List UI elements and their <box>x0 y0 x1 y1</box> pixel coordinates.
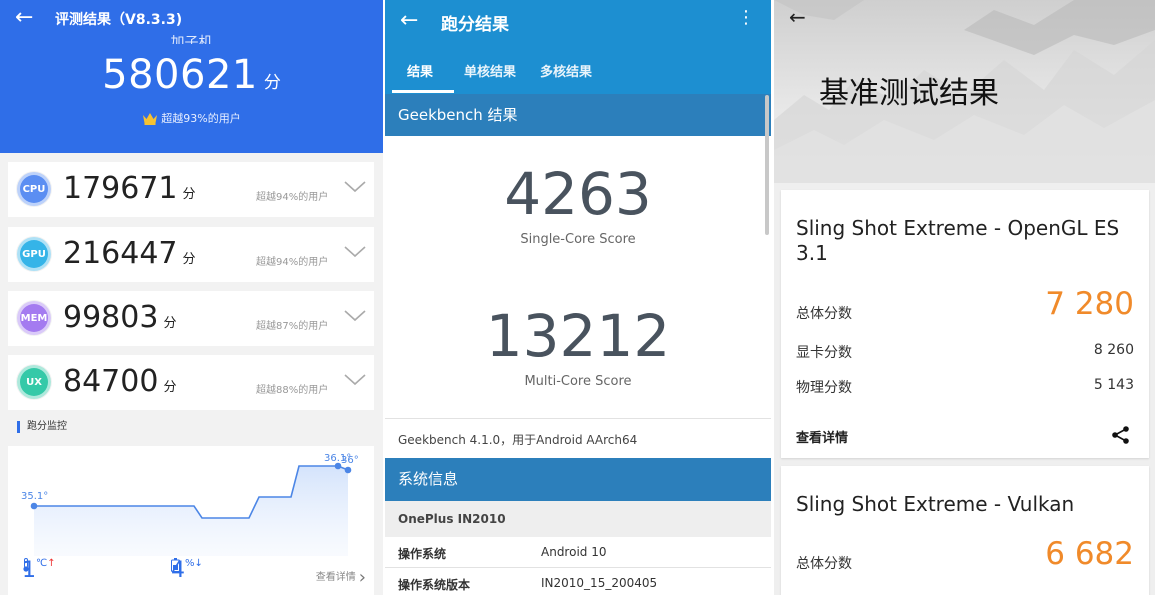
geekbench-panel: ← 跑分结果 ⋮ 结果 单核结果 多核结果 Geekbench 结果 4263 … <box>385 0 771 595</box>
total-score-label: 总体分数 <box>796 556 852 572</box>
page-title: 跑分结果 <box>441 15 509 35</box>
back-arrow-icon[interactable]: ← <box>400 8 418 33</box>
ux-percentile: 超越88%的用户 <box>256 385 329 396</box>
battery-icon <box>171 558 180 572</box>
ux-score-card[interactable]: UX 84700 分 超越88%的用户 <box>8 355 374 410</box>
monitor-section-label: 跑分监控 <box>17 421 67 433</box>
total-score: 580621 分 <box>0 52 383 98</box>
monitor-card: 35.1° 36.1° 36° 1℃↑ 4%↓ 查看详情 › <box>8 446 374 595</box>
temperature-area <box>34 466 348 556</box>
result-card-vulkan[interactable]: Sling Shot Extreme - Vulkan 总体分数 6 682 <box>781 466 1149 595</box>
chevron-down-icon[interactable] <box>344 309 366 323</box>
total-score-value: 7 280 <box>1045 286 1134 322</box>
total-score-value: 6 682 <box>1045 536 1134 572</box>
cpu-score-card[interactable]: CPU 179671 分 超越94%的用户 <box>8 162 374 217</box>
back-arrow-icon[interactable]: ← <box>789 5 806 29</box>
hero-banner: ← 基准测试结果 <box>774 0 1155 183</box>
tab-results[interactable]: 结果 <box>407 61 433 80</box>
device-name-clipped: 加子机 <box>170 35 213 44</box>
threedmark-panel: ← 基准测试结果 Sling Shot Extreme - OpenGL ES … <box>774 0 1155 595</box>
mem-score-card[interactable]: MEM 99803 分 超越87%的用户 <box>8 291 374 346</box>
total-score-unit: 分 <box>263 73 281 93</box>
divider <box>385 418 771 419</box>
device-name: OnePlus IN2010 <box>385 501 771 537</box>
ux-score: 84700 分 <box>63 364 177 399</box>
test-name: Sling Shot Extreme - OpenGL ES 3.1 <box>796 216 1120 265</box>
view-details-link[interactable]: 查看详情 › <box>316 567 366 588</box>
sysinfo-row-os: 操作系统 Android 10 <box>398 545 607 561</box>
mem-percentile: 超越87%的用户 <box>256 321 329 332</box>
graphics-score-value: 8 260 <box>1093 342 1134 358</box>
rank-text: 超越93%的用户 <box>0 110 383 126</box>
sysinfo-section-header: 系统信息 <box>385 458 771 501</box>
version-line: Geekbench 4.1.0，用于Android AArch64 <box>398 433 638 447</box>
gpu-score: 216447 分 <box>63 236 196 271</box>
chevron-down-icon[interactable] <box>344 180 366 194</box>
page-title: 基准测试结果 <box>819 76 999 111</box>
multi-core-label: Multi-Core Score <box>524 374 632 389</box>
single-core-score: 4263 <box>504 160 652 228</box>
geekbench-section-header: Geekbench 结果 <box>385 94 771 136</box>
temp-end-point <box>344 466 352 474</box>
physics-score-value: 5 143 <box>1093 377 1134 393</box>
chevron-down-icon[interactable] <box>344 373 366 387</box>
mem-score: 99803 分 <box>63 300 177 335</box>
share-icon[interactable] <box>1111 425 1131 445</box>
temperature-line-chart: 35.1° 36.1° 36° <box>21 453 359 556</box>
chevron-right-icon: › <box>358 567 366 588</box>
tab-multi-core[interactable]: 多核结果 <box>540 61 592 80</box>
temp-end-label: 36° <box>341 455 359 466</box>
gpu-chip: GPU <box>17 237 51 271</box>
result-card-opengl[interactable]: Sling Shot Extreme - OpenGL ES 3.1 总体分数 … <box>781 190 1149 458</box>
single-core-label: Single-Core Score <box>520 232 636 247</box>
scrollbar[interactable] <box>765 95 769 235</box>
sysinfo-row-os-version: 操作系统版本 IN2010_15_200405 <box>398 576 658 592</box>
battery-drop: 4%↓ <box>171 558 203 583</box>
gpu-percentile: 超越94%的用户 <box>256 257 329 268</box>
page-title: 评测结果（V8.3.3) <box>55 12 183 28</box>
more-vert-icon[interactable]: ⋮ <box>737 9 755 27</box>
mem-chip: MEM <box>17 301 51 335</box>
chevron-down-icon[interactable] <box>344 245 366 259</box>
view-details-link[interactable]: 查看详情 <box>796 427 848 446</box>
total-score-label: 总体分数 <box>796 306 852 322</box>
cpu-percentile: 超越94%的用户 <box>256 192 329 203</box>
ux-chip: UX <box>17 365 51 399</box>
temp-start-point <box>30 502 38 510</box>
total-score-value: 580621 <box>102 52 258 98</box>
antutu-header: ← 评测结果（V8.3.3) 加子机 580621 分 超越93%的用户 <box>0 0 383 153</box>
thermometer-icon <box>23 558 29 572</box>
tab-indicator <box>392 90 454 93</box>
gpu-score-card[interactable]: GPU 216447 分 超越94%的用户 <box>8 227 374 282</box>
temp-start-label: 35.1° <box>21 491 48 502</box>
test-name: Sling Shot Extreme - Vulkan <box>796 492 1075 516</box>
crown-icon <box>143 113 158 125</box>
antutu-panel: ← 评测结果（V8.3.3) 加子机 580621 分 超越93%的用户 CPU … <box>0 0 383 595</box>
geekbench-appbar: ← 跑分结果 ⋮ 结果 单核结果 多核结果 <box>385 0 771 94</box>
cpu-score: 179671 分 <box>63 171 196 206</box>
temperature-rise: 1℃↑ <box>22 558 56 583</box>
graphics-score-label: 显卡分数 <box>796 345 852 361</box>
physics-score-label: 物理分数 <box>796 380 852 396</box>
multi-core-score: 13212 <box>485 302 671 370</box>
cpu-chip: CPU <box>17 172 51 206</box>
tab-single-core[interactable]: 单核结果 <box>464 61 516 80</box>
